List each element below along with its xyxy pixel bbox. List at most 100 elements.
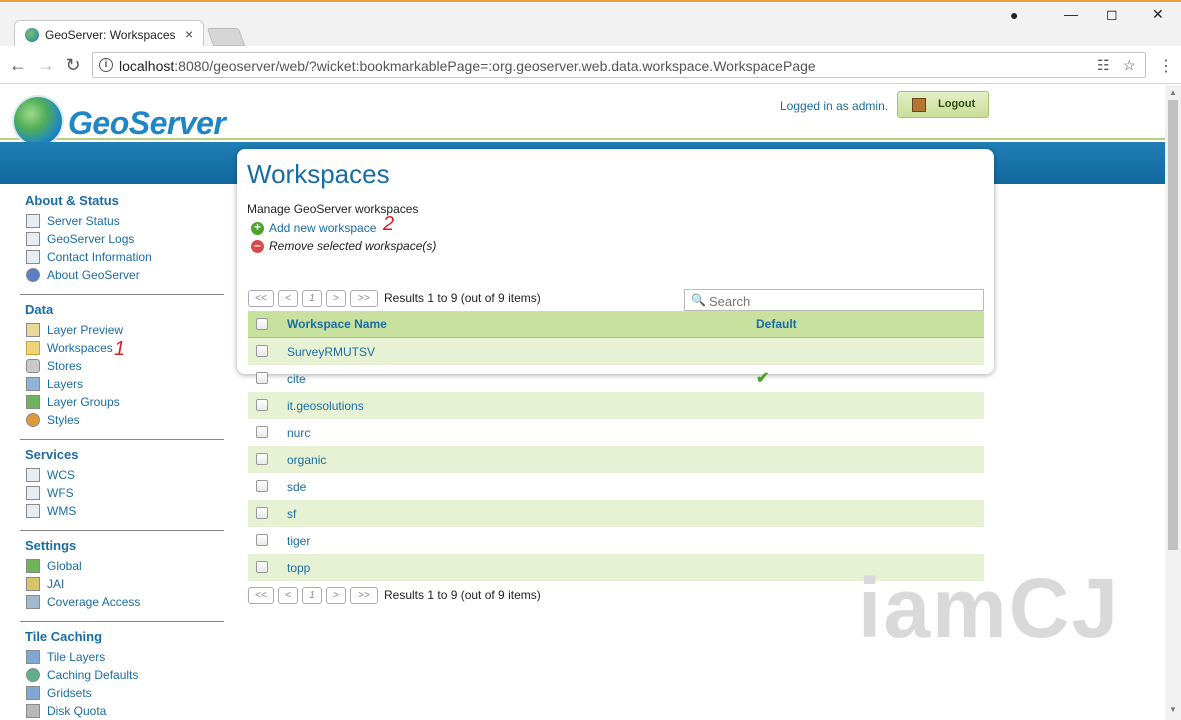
pager-next-button[interactable]: > bbox=[326, 290, 346, 307]
geoserver-header: GeoServer Logged in as admin. Logout bbox=[0, 85, 1165, 145]
remove-icon: – bbox=[251, 239, 264, 253]
geoserver-logo-icon[interactable] bbox=[14, 97, 62, 145]
row-checkbox[interactable] bbox=[256, 372, 268, 384]
maximize-icon[interactable]: ◻ bbox=[1106, 6, 1118, 23]
logo-text[interactable]: GeoServer bbox=[68, 105, 226, 142]
bookmark-star-icon[interactable]: ☆ bbox=[1123, 57, 1136, 74]
new-tab-button[interactable] bbox=[206, 28, 246, 46]
column-header-name[interactable]: Workspace Name bbox=[287, 317, 387, 331]
sidebar-item-contact-information[interactable]: Contact Information bbox=[20, 249, 224, 267]
row-checkbox[interactable] bbox=[256, 453, 268, 465]
address-bar[interactable]: i localhost:8080/geoserver/web/?wicket:b… bbox=[92, 52, 1146, 78]
remove-workspace-link[interactable]: – Remove selected workspace(s) bbox=[251, 239, 436, 255]
pager-next-button[interactable]: > bbox=[326, 587, 346, 604]
workspace-link[interactable]: sde bbox=[287, 480, 306, 494]
row-checkbox[interactable] bbox=[256, 507, 268, 519]
column-header-default[interactable]: Default bbox=[756, 317, 797, 331]
sidebar-item-layer-groups[interactable]: Layer Groups bbox=[20, 394, 224, 412]
pager-page-button[interactable]: 1 bbox=[302, 587, 322, 604]
sidebar-item-global[interactable]: Global bbox=[20, 558, 224, 576]
window-close-icon[interactable]: ✕ bbox=[1152, 6, 1164, 23]
logout-button[interactable]: Logout bbox=[897, 91, 989, 118]
pager-prev-button[interactable]: < bbox=[278, 290, 298, 307]
row-checkbox[interactable] bbox=[256, 399, 268, 411]
workspace-link[interactable]: topp bbox=[287, 561, 310, 575]
logout-door-icon bbox=[912, 98, 926, 112]
results-count: Results 1 to 9 (out of 9 items) bbox=[384, 291, 541, 305]
caching-defaults-icon bbox=[26, 668, 40, 682]
workspace-link[interactable]: nurc bbox=[287, 426, 310, 440]
sidebar-item-geoserver-logs[interactable]: GeoServer Logs bbox=[20, 231, 224, 249]
browser-tab[interactable]: GeoServer: Workspaces × bbox=[14, 20, 204, 48]
row-checkbox[interactable] bbox=[256, 426, 268, 438]
workspace-link[interactable]: tiger bbox=[287, 534, 310, 548]
pager-prev-button[interactable]: < bbox=[278, 587, 298, 604]
minimize-icon[interactable]: — bbox=[1064, 6, 1078, 22]
workspace-link[interactable]: organic bbox=[287, 453, 326, 467]
sidebar-item-about-geoserver[interactable]: About GeoServer bbox=[20, 267, 224, 285]
profile-icon[interactable]: ● bbox=[1010, 7, 1018, 23]
sidebar-item-wcs[interactable]: WCS bbox=[20, 467, 224, 485]
search-box[interactable]: 🔍 bbox=[684, 289, 984, 311]
table-row: sf bbox=[248, 500, 984, 527]
url-text: localhost:8080/geoserver/web/?wicket:boo… bbox=[119, 58, 816, 74]
add-workspace-link[interactable]: + Add new workspace bbox=[251, 221, 376, 237]
sidebar-item-styles[interactable]: Styles bbox=[20, 412, 224, 430]
workspace-link[interactable]: it.geosolutions bbox=[287, 399, 364, 413]
scroll-up-icon[interactable]: ▲ bbox=[1169, 88, 1177, 97]
workspace-link[interactable]: SurveyRMUTSV bbox=[287, 345, 375, 359]
folder-icon bbox=[26, 341, 40, 355]
sidebar-item-disk-quota[interactable]: Disk Quota bbox=[20, 703, 224, 720]
tab-close-icon[interactable]: × bbox=[185, 26, 193, 42]
pager-page-button[interactable]: 1 bbox=[302, 290, 322, 307]
forward-arrow-icon[interactable]: → bbox=[36, 55, 56, 76]
annotation-2: 2 bbox=[383, 213, 395, 235]
table-row: it.geosolutions bbox=[248, 392, 984, 419]
back-arrow-icon[interactable]: ← bbox=[8, 55, 28, 76]
table-row: nurc bbox=[248, 419, 984, 446]
palette-icon bbox=[26, 413, 40, 427]
sidebar-item-tile-layers[interactable]: Tile Layers bbox=[20, 649, 224, 667]
logout-label: Logout bbox=[938, 98, 976, 110]
pager-first-button[interactable]: << bbox=[248, 290, 274, 307]
sidebar-item-gridsets[interactable]: Gridsets bbox=[20, 685, 224, 703]
coverage-access-icon bbox=[26, 595, 40, 609]
info-icon[interactable]: i bbox=[99, 58, 113, 72]
sidebar-item-jai[interactable]: JAI bbox=[20, 576, 224, 594]
sidebar-section-data: Data Layer Preview Workspaces Stores Lay… bbox=[20, 302, 224, 430]
layer-groups-icon bbox=[26, 395, 40, 409]
sidebar-item-caching-defaults[interactable]: Caching Defaults bbox=[20, 667, 224, 685]
sidebar-item-server-status[interactable]: Server Status bbox=[20, 213, 224, 231]
browser-menu-icon[interactable]: ⋮ bbox=[1158, 56, 1174, 76]
workspace-link[interactable]: sf bbox=[287, 507, 296, 521]
search-input[interactable] bbox=[709, 293, 979, 309]
sidebar-item-coverage-access[interactable]: Coverage Access bbox=[20, 594, 224, 612]
add-icon: + bbox=[251, 221, 264, 235]
section-title: Settings bbox=[25, 538, 77, 553]
sidebar-item-layers[interactable]: Layers bbox=[20, 376, 224, 394]
pager-first-button[interactable]: << bbox=[248, 587, 274, 604]
pager-last-button[interactable]: >> bbox=[350, 290, 378, 307]
sidebar-divider bbox=[20, 439, 224, 440]
translate-icon[interactable]: ☷ bbox=[1097, 57, 1110, 74]
page-scrollbar[interactable]: ▲ ▼ bbox=[1165, 85, 1181, 720]
scroll-down-icon[interactable]: ▼ bbox=[1169, 705, 1177, 714]
reload-icon[interactable]: ↻ bbox=[63, 55, 83, 76]
default-check-icon: ✔ bbox=[756, 370, 770, 387]
wcs-icon bbox=[26, 468, 40, 482]
section-title: Tile Caching bbox=[25, 629, 103, 644]
row-checkbox[interactable] bbox=[256, 345, 268, 357]
row-checkbox[interactable] bbox=[256, 561, 268, 573]
sidebar-item-wms[interactable]: WMS bbox=[20, 503, 224, 521]
wms-icon bbox=[26, 504, 40, 518]
select-all-checkbox[interactable] bbox=[256, 318, 268, 330]
server-status-icon bbox=[26, 214, 40, 228]
row-checkbox[interactable] bbox=[256, 480, 268, 492]
row-checkbox[interactable] bbox=[256, 534, 268, 546]
layers-icon bbox=[26, 377, 40, 391]
pager-last-button[interactable]: >> bbox=[350, 587, 378, 604]
workspace-link[interactable]: cite bbox=[287, 372, 306, 386]
scroll-thumb[interactable] bbox=[1168, 100, 1178, 550]
sidebar-section-about: About & Status Server Status GeoServer L… bbox=[20, 193, 224, 285]
sidebar-item-wfs[interactable]: WFS bbox=[20, 485, 224, 503]
